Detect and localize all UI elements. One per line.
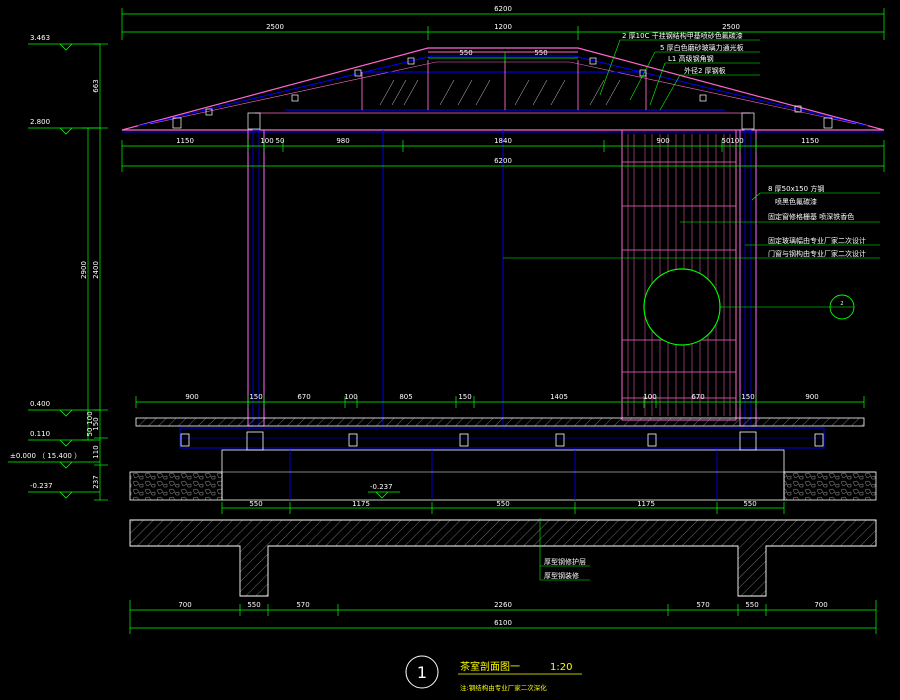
dim-deck-5: 150 [458, 393, 471, 401]
section-marker-number: 2 [840, 301, 843, 307]
level-2: 0.400 [30, 400, 50, 408]
lattice-door [621, 129, 737, 421]
level-3: 0.110 [30, 430, 50, 438]
left-column [247, 129, 265, 427]
foundation [129, 519, 877, 597]
vertical-dimension-text: 663 2400 2900 150 110 237 100 50 [80, 79, 100, 488]
deck [129, 417, 877, 501]
dim-eave-6: 50 [722, 137, 731, 145]
dim-eave-0: 1150 [176, 137, 194, 145]
drawing-title: 茶室剖面图一 [460, 660, 520, 673]
dim-eave-2: 50 [276, 137, 285, 145]
dim-eave-7: 100 [730, 137, 743, 145]
dim-deck-6: 1405 [550, 393, 568, 401]
dim-deck-3: 100 [344, 393, 357, 401]
level-0: 3.463 [30, 34, 50, 42]
dim-deck-9: 150 [741, 393, 754, 401]
dim-footing-4: 550 [743, 500, 756, 508]
dim-deck-7: 100 [643, 393, 656, 401]
dim-top-total: 6200 [494, 5, 512, 13]
dim-v-1: 2400 [92, 261, 100, 279]
dim-bottom-6: 700 [814, 601, 827, 609]
dim-deck-8: 670 [691, 393, 704, 401]
right-column [739, 129, 757, 427]
dim-bottom-2: 570 [296, 601, 309, 609]
level-4: ±0.000 （ 15.400 ） [10, 452, 81, 460]
dim-v-small-1: 50 [86, 428, 94, 437]
deck-joists [180, 431, 824, 451]
dim-v-small-0: 100 [86, 411, 94, 424]
title-number: 1 [417, 663, 427, 682]
dim-deck-0: 900 [185, 393, 198, 401]
dim-v-4: 237 [92, 475, 100, 488]
dim-eave-3: 980 [336, 137, 349, 145]
footing-section [129, 519, 877, 597]
dim-ridge-right: 550 [534, 49, 547, 57]
moon-window [643, 268, 721, 346]
roof-purlin-line [149, 61, 857, 125]
pier-lines [289, 450, 718, 500]
cad-section-drawing: 6200 2500 1200 2500 550 550 1150 100 50 … [8, 5, 885, 692]
dim-footing-2: 550 [496, 500, 509, 508]
dim-deck-1: 150 [249, 393, 262, 401]
note-roof-1: 2 厚10C 干挂钢结构甲基喷砂色氟碳漆 [622, 31, 743, 40]
dim-ridge-left: 550 [459, 49, 472, 57]
note-roof-4: 外径2 厚钢板 [684, 66, 726, 75]
dim-eave-total: 6200 [494, 157, 512, 165]
left-gravel [129, 471, 223, 501]
roof-outline [121, 47, 885, 131]
level-mid: -0.237 [370, 483, 393, 491]
roof-inner-line [137, 55, 869, 127]
dim-bottom-0: 700 [178, 601, 191, 609]
dim-bottom-5: 550 [745, 601, 758, 609]
right-gravel [783, 471, 877, 501]
dim-eave-5: 900 [656, 137, 669, 145]
dim-bottom-3: 2260 [494, 601, 512, 609]
level-1: 2.800 [30, 118, 50, 126]
dim-bottom-1: 550 [247, 601, 260, 609]
dim-footing-0: 550 [249, 500, 262, 508]
dim-top-right: 2500 [722, 23, 740, 31]
glass-hatching [379, 79, 621, 106]
dim-v-3: 110 [92, 445, 100, 458]
note-wall-4: 固定玻璃幅由专业厂家二次设计 [768, 236, 866, 245]
title-block: 1 茶室剖面图一 1:20 注:钢结构由专业厂家二次深化 [417, 660, 573, 692]
dim-bottom-4: 570 [696, 601, 709, 609]
note-roof-3: L1 高级钢角钢 [668, 54, 714, 63]
note-footing-1: 厚型钢修护层 [544, 557, 586, 566]
deck-slab [135, 417, 865, 427]
note-roof-2: 5 厚白色磨砂玻璃力通光板 [660, 43, 744, 52]
dim-deck-2: 670 [297, 393, 310, 401]
left-column-core [252, 129, 260, 427]
roof [121, 47, 885, 133]
note-wall-1: 8 厚50x150 方钢 [768, 184, 824, 193]
dim-top-mid: 1200 [494, 23, 512, 31]
note-footing-2: 厚型钢装修 [544, 571, 579, 580]
dim-v-0: 663 [92, 79, 100, 92]
note-wall-2: 喷黑色氟碳漆 [775, 197, 817, 206]
dim-v-overall: 2900 [80, 261, 88, 279]
note-wall-3: 固定窗修格栅基 喷深铁香色 [768, 212, 854, 221]
dim-eave-1: 100 [260, 137, 273, 145]
drawing-note: 注:钢结构由专业厂家二次深化 [460, 683, 547, 692]
level-5: -0.237 [30, 482, 53, 490]
dim-top-left: 2500 [266, 23, 284, 31]
dim-deck-4: 805 [399, 393, 412, 401]
dim-deck-10: 900 [805, 393, 818, 401]
crawl-space [221, 449, 785, 501]
dim-footing-3: 1175 [637, 500, 655, 508]
dim-eave-4: 1840 [494, 137, 512, 145]
dim-bottom-total: 6100 [494, 619, 512, 627]
right-column-core [744, 129, 752, 427]
drawing-scale: 1:20 [550, 662, 572, 673]
dim-footing-1: 1175 [352, 500, 370, 508]
dim-eave-8: 1150 [801, 137, 819, 145]
note-wall-5: 门窗与钢构由专业厂家二次设计 [768, 249, 866, 258]
